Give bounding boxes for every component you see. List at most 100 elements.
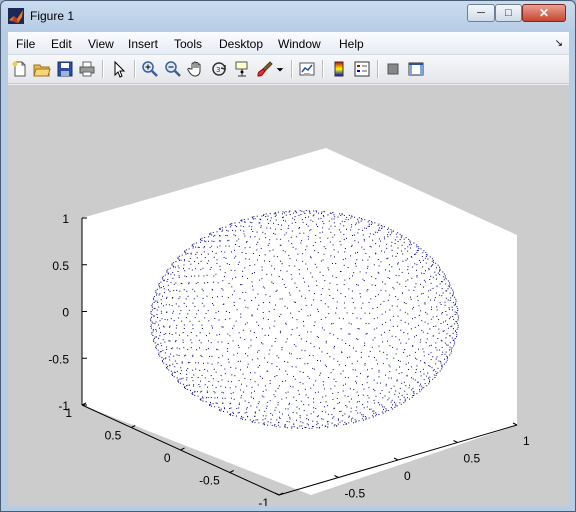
sphere-point	[451, 325, 453, 327]
sphere-point	[332, 212, 334, 214]
sphere-point	[238, 411, 240, 413]
dock-arrow-icon[interactable]: ↘	[555, 38, 563, 49]
sphere-point	[352, 235, 353, 236]
menu-insert[interactable]: Insert	[128, 37, 158, 51]
colorbar-icon[interactable]	[329, 59, 349, 79]
menu-edit[interactable]: Edit	[51, 37, 72, 51]
minimize-button[interactable]: ─	[467, 4, 495, 22]
sphere-point	[208, 381, 210, 382]
sphere-point	[445, 337, 447, 339]
link-plot-icon[interactable]	[297, 59, 317, 79]
menu-desktop[interactable]: Desktop	[219, 37, 263, 51]
sphere-point	[374, 337, 376, 339]
sphere-point	[442, 321, 444, 323]
sphere-point	[285, 408, 287, 410]
hide-plot-tools-icon[interactable]	[383, 59, 403, 79]
sphere-point	[201, 288, 203, 290]
sphere-point	[402, 260, 404, 262]
sphere-point	[177, 265, 179, 267]
sphere-point	[396, 281, 398, 283]
print-icon[interactable]	[77, 59, 97, 79]
sphere-point	[378, 414, 380, 415]
sphere-point	[290, 353, 292, 355]
sphere-point	[316, 427, 318, 429]
sphere-point	[360, 372, 361, 374]
sphere-point	[373, 410, 375, 412]
sphere-point	[337, 251, 339, 253]
sphere-point	[282, 278, 284, 280]
menu-view[interactable]: View	[88, 37, 114, 51]
sphere-point	[320, 241, 322, 243]
sphere-point	[213, 256, 215, 258]
menu-window[interactable]: Window	[278, 37, 321, 51]
open-file-icon[interactable]	[32, 59, 52, 79]
sphere-point	[339, 421, 341, 423]
sphere-point	[404, 311, 406, 313]
legend-icon[interactable]	[352, 59, 372, 79]
sphere-point	[341, 351, 343, 353]
sphere-point	[407, 313, 409, 315]
sphere-point	[150, 324, 152, 326]
close-button[interactable]: ✕	[522, 4, 566, 22]
data-cursor-icon[interactable]	[232, 59, 252, 79]
sphere-point	[179, 378, 181, 380]
sphere-point	[293, 344, 295, 346]
sphere-point	[253, 397, 254, 399]
sphere-point	[158, 283, 160, 284]
sphere-point	[306, 414, 308, 416]
sphere-point	[179, 382, 181, 384]
axes-3d[interactable]: -1-0.500.51-1-0.500.51-1-0.500.51	[8, 85, 569, 506]
brush-dropdown-icon[interactable]	[274, 59, 286, 79]
sphere-point	[441, 312, 443, 313]
sphere-point	[183, 302, 185, 304]
sphere-point	[313, 299, 315, 301]
sphere-point	[313, 214, 315, 216]
sphere-point	[325, 411, 327, 413]
sphere-point	[412, 378, 414, 380]
new-figure-icon[interactable]	[10, 59, 30, 79]
sphere-point	[436, 315, 438, 317]
sphere-point	[185, 317, 187, 319]
sphere-point	[332, 369, 334, 371]
sphere-point	[404, 349, 406, 351]
menu-tools[interactable]: Tools	[174, 37, 202, 51]
sphere-point	[183, 289, 185, 291]
sphere-point	[233, 398, 235, 400]
brush-icon[interactable]	[255, 59, 275, 79]
sphere-point	[343, 302, 345, 304]
sphere-point	[157, 349, 159, 351]
sphere-point	[225, 226, 227, 228]
sphere-point	[298, 310, 300, 312]
show-plot-tools-icon[interactable]	[406, 59, 426, 79]
sphere-point	[198, 384, 200, 385]
menu-help[interactable]: Help	[339, 37, 364, 51]
sphere-point	[196, 257, 198, 259]
pan-hand-icon[interactable]	[186, 59, 206, 79]
rotate-3d-icon[interactable]: 3	[209, 59, 229, 79]
sphere-point	[453, 328, 454, 330]
sphere-point	[298, 227, 300, 229]
sphere-point	[204, 237, 206, 238]
title-bar[interactable]: Figure 1 ─ □ ✕	[1, 1, 575, 32]
zoom-out-icon[interactable]	[163, 59, 183, 79]
sphere-point	[165, 363, 167, 365]
sphere-point	[388, 231, 390, 233]
sphere-point	[178, 305, 180, 307]
zoom-in-icon[interactable]	[140, 59, 160, 79]
sphere-point	[224, 373, 226, 375]
sphere-point	[445, 297, 447, 299]
sphere-point	[229, 312, 230, 313]
sphere-point	[395, 390, 397, 392]
sphere-point	[408, 362, 409, 364]
sphere-point	[255, 419, 257, 421]
menu-file[interactable]: File	[16, 37, 35, 51]
maximize-button[interactable]: □	[495, 4, 522, 22]
edit-plot-arrow-icon[interactable]	[109, 59, 129, 79]
save-icon[interactable]	[55, 59, 75, 79]
sphere-point	[191, 245, 193, 247]
sphere-point	[381, 404, 383, 406]
sphere-point	[420, 375, 422, 377]
sphere-point	[418, 348, 419, 350]
figure-canvas[interactable]: -1-0.500.51-1-0.500.51-1-0.500.51	[8, 85, 569, 506]
sphere-point	[303, 410, 305, 412]
